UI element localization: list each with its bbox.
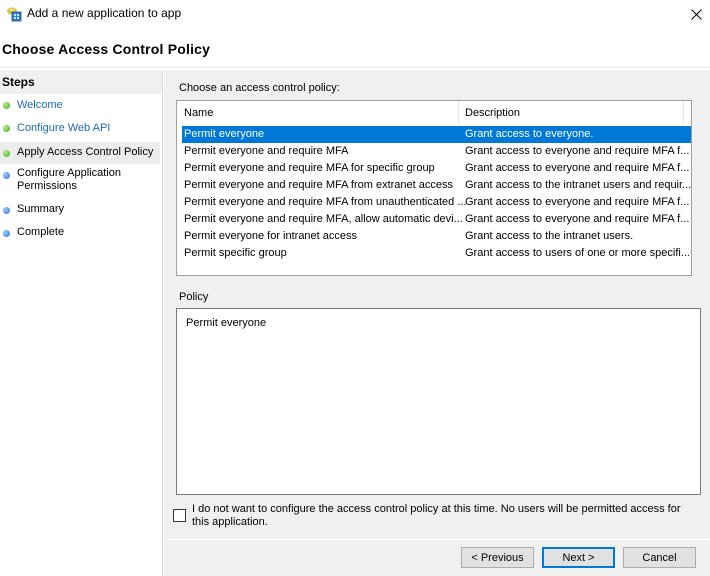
policy-text: Permit everyone — [186, 317, 267, 329]
choose-policy-label: Choose an access control policy: — [179, 82, 340, 94]
step-label: Summary — [17, 203, 65, 215]
step-configure-web-api[interactable]: Configure Web API — [0, 120, 160, 137]
skip-policy-label[interactable]: I do not want to configure the access co… — [192, 503, 692, 529]
list-item[interactable]: Permit everyone and require MFA from ext… — [182, 177, 691, 194]
policy-name: Permit everyone — [184, 128, 265, 140]
steps-heading: Steps — [0, 70, 162, 94]
policy-label: Policy — [179, 291, 209, 303]
policy-description: Grant access to everyone and require MFA… — [465, 196, 690, 208]
policy-name: Permit specific group — [184, 247, 287, 259]
step-label: Complete — [17, 226, 65, 238]
column-header-name[interactable]: Name — [184, 107, 213, 119]
list-item[interactable]: Permit everyone Grant access to everyone… — [182, 126, 691, 143]
policy-description: Grant access to everyone and require MFA… — [465, 213, 690, 225]
column-separator[interactable] — [683, 101, 684, 124]
column-header-description[interactable]: Description — [465, 107, 520, 119]
close-icon — [690, 8, 702, 20]
policy-name: Permit everyone and require MFA — [184, 145, 349, 157]
policy-description: Grant access to the intranet users. — [465, 230, 634, 242]
step-pending-icon — [3, 207, 10, 214]
step-label: Apply Access Control Policy — [17, 146, 154, 158]
main-panel: Choose an access control policy: Name De… — [164, 70, 710, 576]
step-complete-icon — [3, 125, 10, 132]
policy-name: Permit everyone and require MFA from una… — [184, 196, 467, 208]
column-separator[interactable] — [458, 101, 459, 124]
footer-divider — [164, 539, 710, 540]
list-item[interactable]: Permit specific group Grant access to us… — [182, 245, 691, 262]
step-complete: Complete — [0, 226, 160, 243]
step-configure-application-permissions: Configure Application Permissions — [0, 167, 160, 195]
policy-description: Grant access to the intranet users and r… — [465, 179, 692, 191]
step-apply-access-control-policy: Apply Access Control Policy — [0, 142, 160, 164]
next-button[interactable]: Next > — [542, 547, 615, 568]
title-bar: Add a new application to app — [0, 0, 710, 30]
step-label: Configure Web API — [17, 122, 111, 134]
policy-description: Grant access to everyone. — [465, 128, 594, 140]
policy-name: Permit everyone and require MFA from ext… — [184, 179, 454, 191]
step-label: Configure Application Permissions — [17, 167, 121, 192]
step-complete-icon — [3, 102, 10, 109]
step-label: Welcome — [17, 99, 63, 111]
policy-details-box: Permit everyone — [176, 308, 701, 495]
step-summary: Summary — [0, 203, 160, 220]
list-item[interactable]: Permit everyone for intranet access Gran… — [182, 228, 691, 245]
step-complete-icon — [3, 150, 10, 157]
policy-name: Permit everyone and require MFA, allow a… — [184, 213, 463, 225]
page-title: Choose Access Control Policy — [2, 41, 211, 57]
policy-list[interactable]: Name Description Permit everyone Grant a… — [176, 100, 692, 276]
step-pending-icon — [3, 230, 10, 237]
list-item[interactable]: Permit everyone and require MFA for spec… — [182, 160, 691, 177]
policy-name: Permit everyone and require MFA for spec… — [184, 162, 435, 174]
policy-description: Grant access to everyone and require MFA… — [465, 162, 690, 174]
list-item[interactable]: Permit everyone and require MFA from una… — [182, 194, 691, 211]
previous-button[interactable]: < Previous — [461, 547, 534, 568]
close-button[interactable] — [682, 2, 710, 26]
policy-description: Grant access to everyone and require MFA… — [465, 145, 690, 157]
step-welcome[interactable]: Welcome — [0, 97, 160, 114]
skip-policy-checkbox[interactable] — [173, 509, 186, 522]
list-header: Name Description — [177, 101, 691, 125]
step-pending-icon — [3, 172, 10, 179]
header-divider — [0, 67, 710, 68]
application-icon — [6, 6, 22, 22]
list-item[interactable]: Permit everyone and require MFA, allow a… — [182, 211, 691, 228]
policy-description: Grant access to users of one or more spe… — [465, 247, 690, 259]
cancel-button[interactable]: Cancel — [623, 547, 696, 568]
window-title: Add a new application to app — [27, 6, 182, 20]
list-item[interactable]: Permit everyone and require MFA Grant ac… — [182, 143, 691, 160]
policy-name: Permit everyone for intranet access — [184, 230, 358, 242]
steps-sidebar: Steps Welcome Configure Web API Apply Ac… — [0, 70, 162, 576]
sidebar-divider — [162, 70, 163, 576]
steps-heading-label: Steps — [2, 75, 35, 89]
